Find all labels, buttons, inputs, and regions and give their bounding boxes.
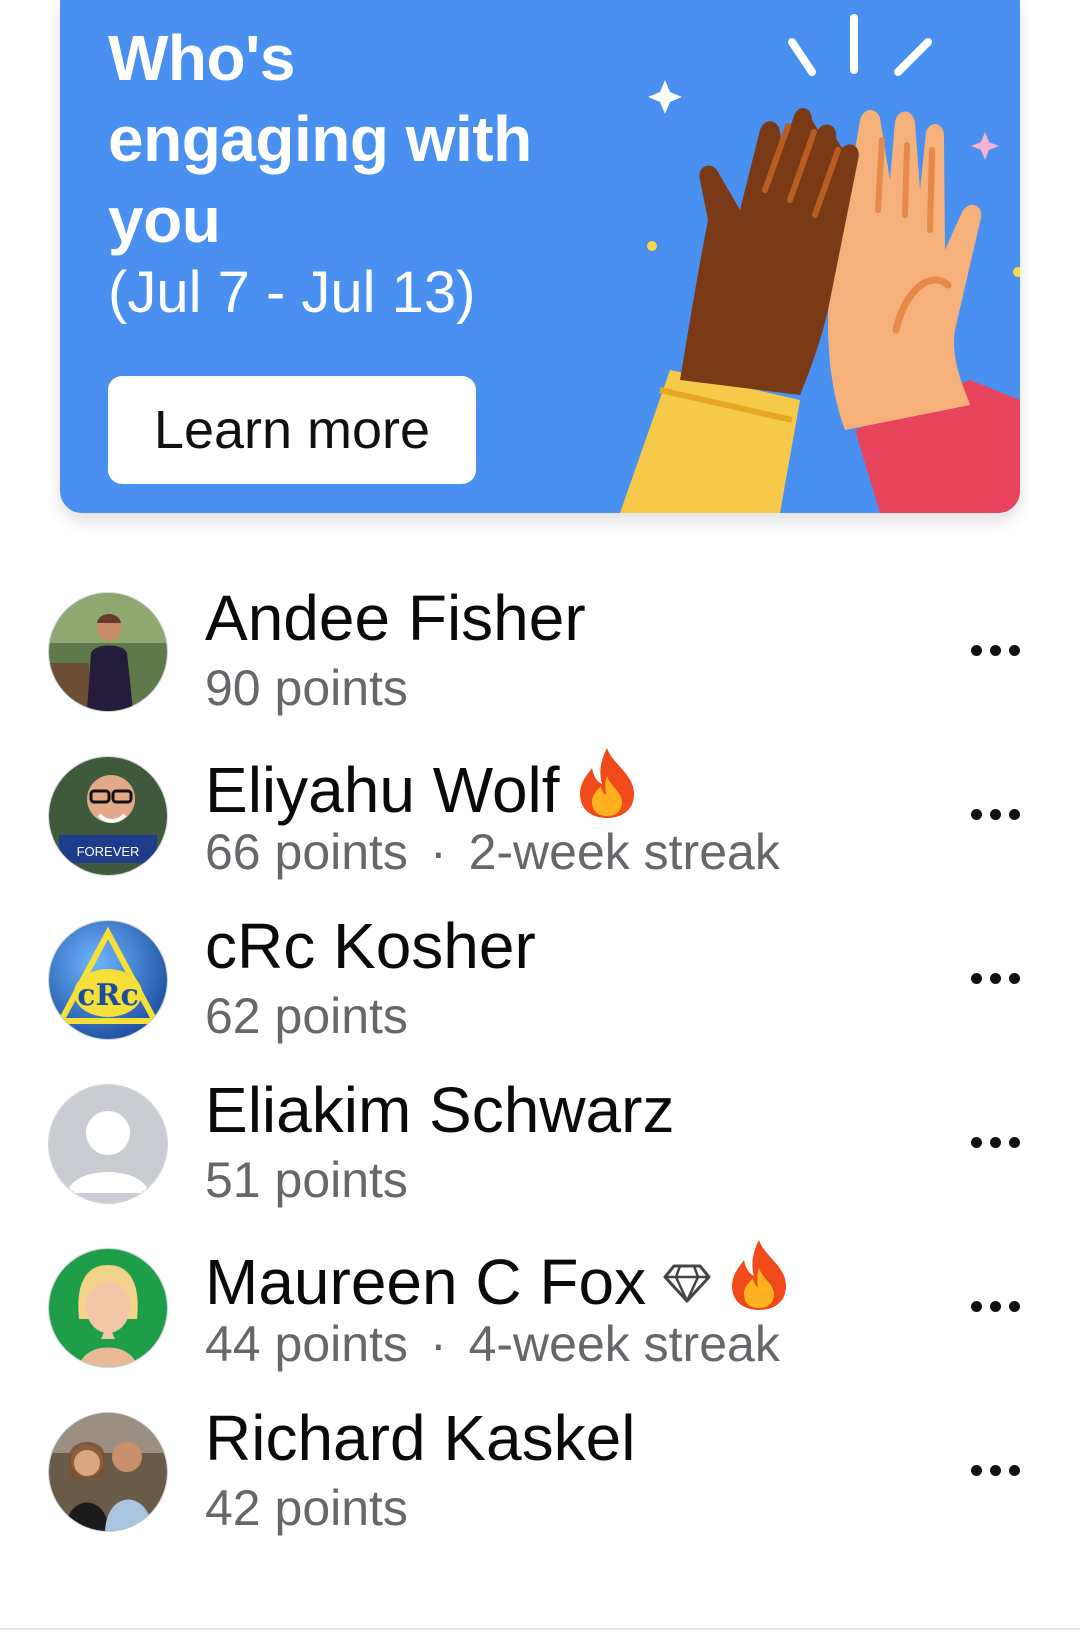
diamond-icon <box>662 1246 712 1318</box>
avatar[interactable] <box>48 592 168 712</box>
more-options-button[interactable] <box>960 948 1030 1008</box>
more-options-button[interactable] <box>960 1440 1030 1500</box>
fire-icon <box>576 746 638 834</box>
person-stats: 62 points <box>205 986 408 1046</box>
list-item[interactable]: FOREVER Eliyahu Wolf 66 points · 2-week st… <box>0 746 1080 896</box>
avatar[interactable] <box>48 1412 168 1532</box>
separator-dot: · <box>429 1316 447 1372</box>
person-stats: 90 points <box>205 658 408 718</box>
avatar[interactable]: cRc <box>48 920 168 1040</box>
person-stats: 42 points <box>205 1478 408 1538</box>
learn-more-button[interactable]: Learn more <box>108 376 476 484</box>
banner-date-range: (Jul 7 - Jul 13) <box>108 260 476 325</box>
more-options-button[interactable] <box>960 1112 1030 1172</box>
person-name[interactable]: Eliyahu Wolf <box>205 746 638 834</box>
more-options-button[interactable] <box>960 784 1030 844</box>
points-label: 42 points <box>205 1480 408 1536</box>
points-label: 44 points <box>205 1316 408 1372</box>
banner-title: Who's engaging with you <box>108 22 532 256</box>
list-item[interactable]: Andee Fisher 90 points <box>0 582 1080 732</box>
list-item[interactable]: cRc cRc Kosher 62 points <box>0 910 1080 1060</box>
separator-dot: · <box>429 824 447 880</box>
streak-label: 4-week streak <box>468 1316 780 1372</box>
list-item[interactable]: Richard Kaskel 42 points <box>0 1402 1080 1552</box>
person-name[interactable]: Richard Kaskel <box>205 1402 635 1474</box>
more-options-icon <box>970 1136 982 1148</box>
points-label: 62 points <box>205 988 408 1044</box>
more-options-icon <box>970 1464 982 1476</box>
high-five-illustration <box>620 14 1020 513</box>
person-stats: 51 points <box>205 1150 408 1210</box>
streak-label: 2-week streak <box>468 824 780 880</box>
avatar[interactable] <box>48 1084 168 1204</box>
divider <box>0 1628 1080 1630</box>
more-options-icon <box>970 1300 982 1312</box>
list-item[interactable]: Eliakim Schwarz 51 points <box>0 1074 1080 1224</box>
person-name[interactable]: cRc Kosher <box>205 910 536 982</box>
person-stats: 66 points · 2-week streak <box>205 822 780 882</box>
person-name[interactable]: Eliakim Schwarz <box>205 1074 674 1146</box>
person-name[interactable]: Andee Fisher <box>205 582 586 654</box>
person-name[interactable]: Maureen C Fox <box>205 1238 790 1326</box>
avatar[interactable]: FOREVER <box>48 756 168 876</box>
fire-icon <box>728 1238 790 1326</box>
points-label: 51 points <box>205 1152 408 1208</box>
more-options-icon <box>970 644 982 656</box>
more-options-icon <box>970 972 982 984</box>
svg-text:FOREVER: FOREVER <box>77 844 140 859</box>
engagement-banner: Who's engaging with you (Jul 7 - Jul 13)… <box>60 0 1020 513</box>
avatar[interactable] <box>48 1248 168 1368</box>
person-stats: 44 points · 4-week streak <box>205 1314 780 1374</box>
points-label: 66 points <box>205 824 408 880</box>
more-options-button[interactable] <box>960 1276 1030 1336</box>
list-item[interactable]: Maureen C Fox 44 points · 4-week streak <box>0 1238 1080 1388</box>
more-options-icon <box>970 808 982 820</box>
points-label: 90 points <box>205 660 408 716</box>
more-options-button[interactable] <box>960 620 1030 680</box>
svg-text:cRc: cRc <box>77 978 138 1013</box>
